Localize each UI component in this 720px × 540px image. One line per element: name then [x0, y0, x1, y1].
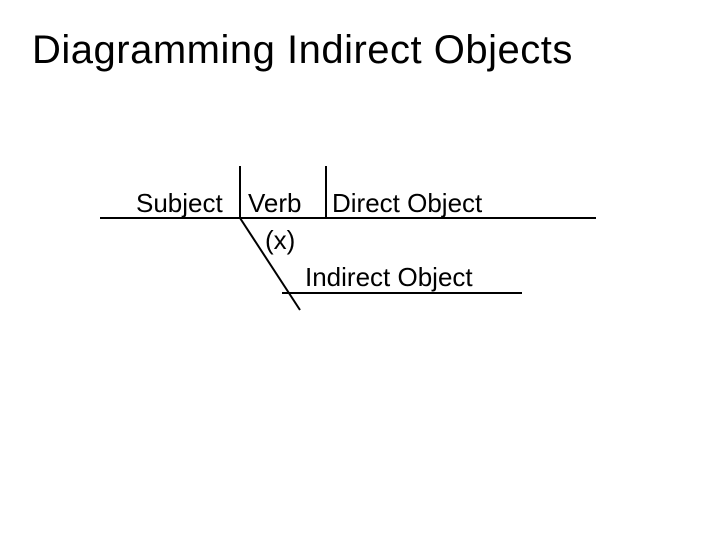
label-direct-object: Direct Object [332, 188, 482, 219]
label-indirect-object: Indirect Object [305, 262, 473, 293]
label-subject: Subject [136, 188, 223, 219]
label-verb: Verb [248, 188, 302, 219]
label-x: (x) [265, 225, 295, 256]
